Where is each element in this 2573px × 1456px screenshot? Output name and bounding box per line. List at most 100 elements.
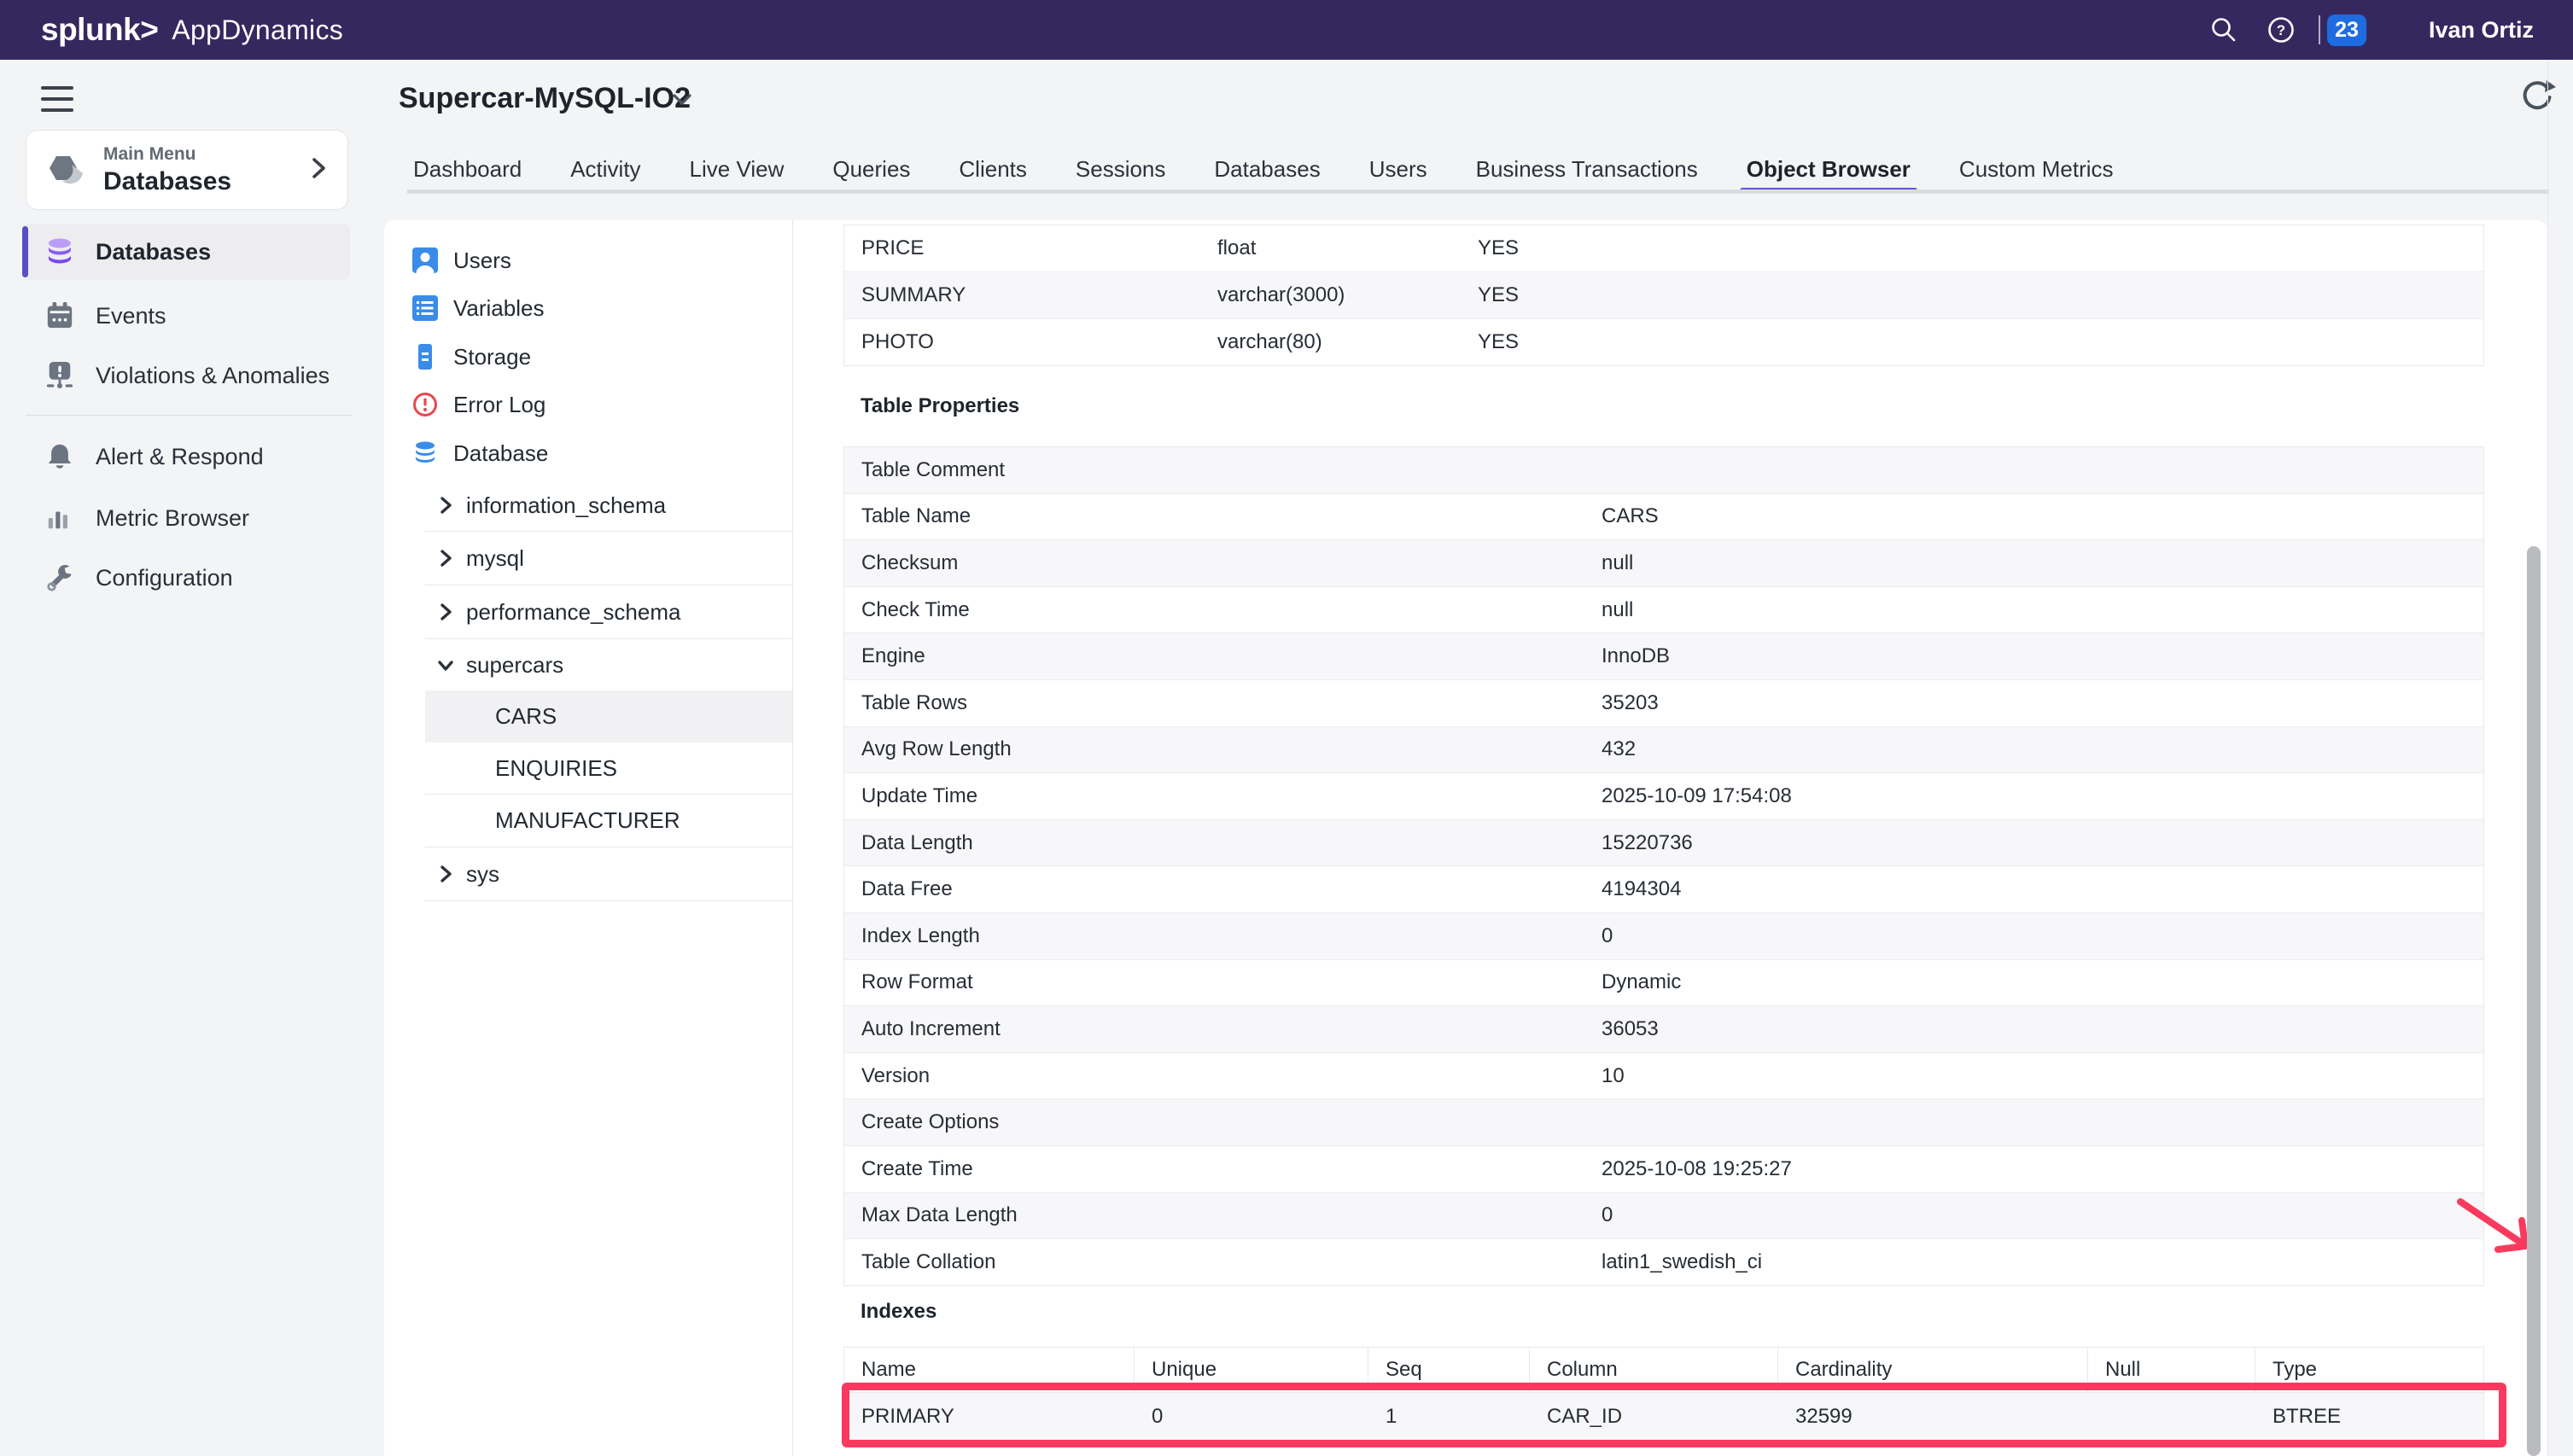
table-row: SUMMARY varchar(3000) YES (844, 271, 2483, 318)
indexes-header-row: Name Unique Seq Column Cardinality Null … (844, 1348, 2483, 1393)
tree-item-enquiries[interactable]: ENQUIRIES (425, 743, 792, 795)
sidebar-item-configuration[interactable]: Configuration (15, 556, 357, 599)
storage-icon (412, 344, 438, 370)
column-type: varchar(80) (1217, 330, 1478, 354)
vertical-scrollbar-thumb[interactable] (2527, 546, 2541, 1456)
refresh-icon[interactable] (2518, 79, 2556, 116)
tab-dashboard[interactable]: Dashboard (413, 145, 522, 194)
tree-item-manufacturer[interactable]: MANUFACTURER (425, 795, 792, 847)
selected-indicator-bar (22, 226, 28, 277)
objectnav-error-log[interactable]: Error Log (412, 386, 546, 423)
property-row: Create Time2025-10-08 19:25:27 (844, 1145, 2483, 1192)
tree-item-sys[interactable]: sys (425, 847, 792, 901)
tree-item-information-schema[interactable]: information_schema (425, 480, 792, 532)
sidebar-item-label: Violations & Anomalies (96, 363, 330, 389)
wrench-icon (44, 562, 75, 593)
tab-custom-metrics[interactable]: Custom Metrics (1959, 145, 2114, 194)
tree-item-supercars[interactable]: supercars (425, 639, 792, 690)
sidebar-item-events[interactable]: Events (15, 294, 357, 337)
tree-item-label: sys (466, 861, 499, 888)
main-menu-card[interactable]: Main Menu Databases (26, 130, 348, 210)
tab-queries[interactable]: Queries (832, 145, 910, 194)
database-server-title[interactable]: Supercar-MySQL-IO2 (399, 82, 691, 115)
objectnav-database[interactable]: Database (412, 434, 548, 472)
user-icon (412, 248, 438, 273)
sidebar-item-label: Configuration (96, 565, 233, 591)
property-row: Checksumnull (844, 539, 2483, 586)
index-column: CAR_ID (1530, 1405, 1778, 1429)
property-row: Check Timenull (844, 586, 2483, 633)
index-unique: 0 (1135, 1405, 1368, 1429)
tab-business-transactions[interactable]: Business Transactions (1476, 145, 1698, 194)
property-row: Row FormatDynamic (844, 959, 2483, 1006)
column-name: SUMMARY (844, 283, 1217, 307)
sidebar-item-label: Events (96, 303, 166, 329)
property-row: Table Collationlatin1_swedish_ci (844, 1238, 2483, 1285)
property-row: Table NameCARS (844, 493, 2483, 540)
tree-item-label: information_schema (466, 492, 666, 519)
tab-databases[interactable]: Databases (1214, 145, 1320, 194)
user-name[interactable]: Ivan Ortiz (2429, 0, 2534, 60)
index-cardinality: 32599 (1778, 1405, 2088, 1429)
error-icon (412, 392, 438, 417)
tab-live-view[interactable]: Live View (690, 145, 785, 194)
index-seq: 1 (1368, 1405, 1530, 1429)
tree-item-cars[interactable]: CARS (425, 690, 792, 743)
notification-badge[interactable]: 23 (2327, 15, 2366, 46)
sidebar-item-metric-browser[interactable]: Metric Browser (15, 497, 357, 539)
objectnav-storage[interactable]: Storage (412, 338, 531, 376)
help-icon[interactable]: ? (2266, 0, 2296, 60)
property-row: Max Data Length0 (844, 1192, 2483, 1239)
splunk-logo: splunk> (41, 12, 158, 48)
column-header: Type (2255, 1348, 2483, 1392)
column-header: Seq (1368, 1348, 1530, 1392)
calendar-icon (44, 300, 75, 331)
sidebar-item-alert-respond[interactable]: Alert & Respond (15, 435, 357, 478)
list-icon (412, 295, 438, 321)
tree-item-label: CARS (495, 703, 557, 730)
bar-chart-icon (44, 503, 75, 533)
table-row: PHOTO varchar(80) YES (844, 318, 2483, 365)
column-header: Name (844, 1348, 1135, 1392)
tree-item-mysql[interactable]: mysql (425, 532, 792, 585)
objectnav-users[interactable]: Users (412, 242, 511, 279)
column-header: Unique (1135, 1348, 1368, 1392)
hexagon-icon (45, 154, 86, 185)
property-row: EngineInnoDB (844, 632, 2483, 679)
database-icon (412, 440, 438, 466)
object-tree-panel: Users Variables Storage Error Log (384, 220, 793, 1456)
chevron-right-icon (310, 155, 329, 185)
tree-item-label: performance_schema (466, 599, 680, 626)
tab-clients[interactable]: Clients (959, 145, 1026, 194)
tab-sessions[interactable]: Sessions (1076, 145, 1166, 194)
chevron-right-icon (437, 548, 454, 568)
search-icon[interactable] (2209, 0, 2238, 60)
column-header: Null (2088, 1348, 2255, 1392)
svg-text:?: ? (2277, 22, 2285, 38)
topbar-divider (2319, 15, 2320, 44)
objectnav-variables[interactable]: Variables (412, 289, 544, 327)
column-type: varchar(3000) (1217, 283, 1478, 307)
property-row: Create Options (844, 1098, 2483, 1145)
sidebar-item-violations-anomalies[interactable]: Violations & Anomalies (15, 354, 357, 397)
sidebar-divider (26, 415, 352, 416)
tab-activity[interactable]: Activity (570, 145, 640, 194)
chevron-down-icon[interactable] (671, 91, 693, 113)
tree-item-label: ENQUIRIES (495, 755, 617, 782)
tab-object-browser[interactable]: Object Browser (1747, 145, 1911, 194)
hamburger-menu-icon[interactable] (41, 86, 73, 112)
tab-users[interactable]: Users (1369, 145, 1427, 194)
sidebar-item-label: Metric Browser (96, 505, 249, 532)
tab-bar-underline-track (407, 189, 2549, 194)
property-row: Index Length0 (844, 912, 2483, 959)
sidebar-item-databases[interactable]: Databases (22, 224, 350, 280)
column-header: Cardinality (1778, 1348, 2088, 1392)
tree-item-label: supercars (466, 652, 563, 678)
objectnav-label: Variables (453, 295, 544, 322)
columns-table: PRICE float YES SUMMARY varchar(3000) YE… (843, 224, 2484, 366)
sidebar-item-label: Alert & Respond (96, 444, 264, 470)
tree-item-performance-schema[interactable]: performance_schema (425, 585, 792, 639)
column-nullable: YES (1478, 236, 2483, 260)
column-nullable: YES (1478, 330, 2483, 354)
database-icon (44, 236, 75, 267)
